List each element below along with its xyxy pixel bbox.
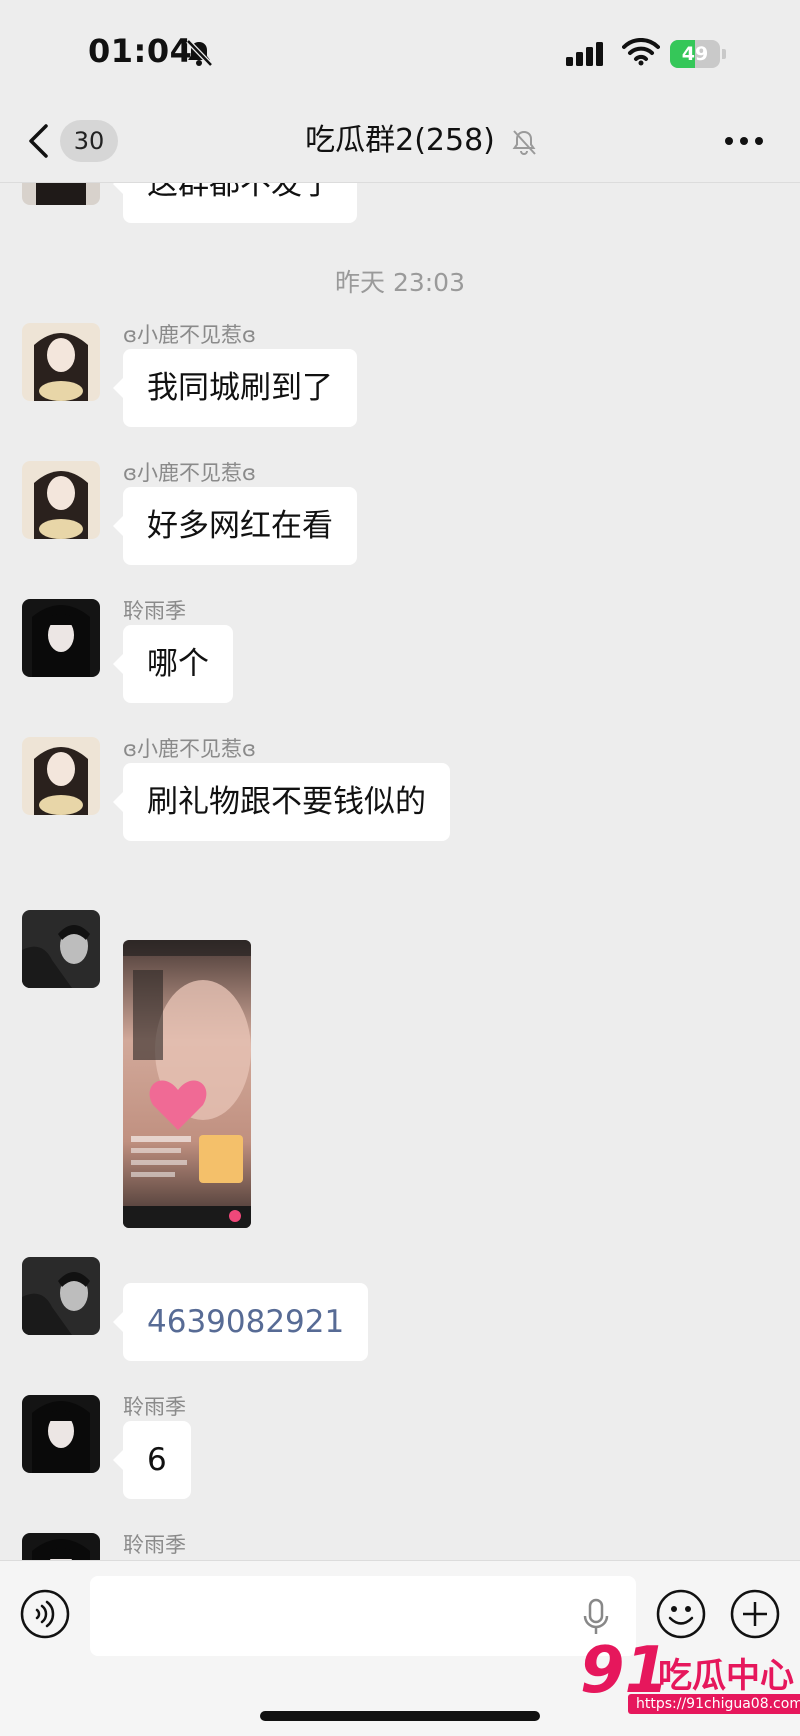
status-time: 01:04: [88, 32, 193, 70]
message-bubble[interactable]: 刷礼物跟不要钱似的: [113, 763, 450, 841]
message-bubble-link[interactable]: 4639082921: [112, 1283, 369, 1361]
message-bubble[interactable]: 哪个: [113, 625, 233, 703]
battery-icon: 49: [670, 40, 728, 68]
watermark-url: https://91chigua08.com/: [628, 1694, 800, 1714]
chevron-left-icon[interactable]: [26, 122, 50, 160]
message-bubble[interactable]: 好多网红在看: [113, 487, 357, 565]
plus-icon[interactable]: [730, 1589, 780, 1639]
mic-icon[interactable]: [582, 1598, 610, 1636]
unread-count-badge[interactable]: 30: [60, 120, 118, 162]
message-bubble[interactable]: 6: [113, 1421, 191, 1499]
more-dots-icon[interactable]: [724, 136, 764, 146]
sender-name: 聆雨季: [123, 1395, 186, 1419]
sender-name: ɞ小鹿不见惹ɞ: [123, 737, 256, 761]
timestamp-separator: 昨天 23:03: [335, 268, 465, 297]
watermark-text: 吃瓜中心: [658, 1656, 794, 1696]
message-input[interactable]: [90, 1576, 636, 1656]
bell-off-icon: [512, 130, 536, 155]
home-indicator: [260, 1711, 540, 1721]
avatar[interactable]: [22, 737, 100, 815]
avatar[interactable]: [22, 1257, 100, 1335]
avatar[interactable]: [22, 599, 100, 677]
avatar[interactable]: [22, 1533, 100, 1560]
battery-level: 49: [681, 43, 709, 65]
emoji-icon[interactable]: [656, 1589, 706, 1639]
avatar[interactable]: [22, 910, 100, 988]
sender-name: 聆雨季: [123, 599, 186, 623]
signal-icon: [566, 42, 603, 66]
avatar[interactable]: [22, 183, 100, 205]
message-bubble[interactable]: 这群都不发了: [113, 183, 357, 223]
watermark-logo: 91 吃瓜中心 https://91chigua08.com/: [580, 1634, 800, 1720]
avatar[interactable]: [22, 461, 100, 539]
wifi-icon: [622, 38, 660, 66]
message-bubble[interactable]: 我同城刷到了: [113, 349, 357, 427]
sender-name: 聆雨季: [123, 1533, 186, 1557]
status-bar: 01:04 49: [0, 0, 800, 110]
avatar[interactable]: [22, 1395, 100, 1473]
voice-icon[interactable]: [20, 1589, 70, 1639]
image-message[interactable]: [123, 940, 251, 1228]
sender-name: ɞ小鹿不见惹ɞ: [123, 461, 256, 485]
chat-header: 30 吃瓜群2(258): [0, 100, 800, 183]
avatar[interactable]: [22, 323, 100, 401]
page-title: 吃瓜群2(258): [305, 123, 495, 158]
sender-name: ɞ小鹿不见惹ɞ: [123, 323, 256, 347]
bell-off-icon: [186, 39, 213, 67]
message-list[interactable]: 这群都不发了 昨天 23:03 ɞ小鹿不见惹ɞ 我同城刷到了 ɞ小鹿不见惹ɞ 好…: [0, 183, 800, 1560]
